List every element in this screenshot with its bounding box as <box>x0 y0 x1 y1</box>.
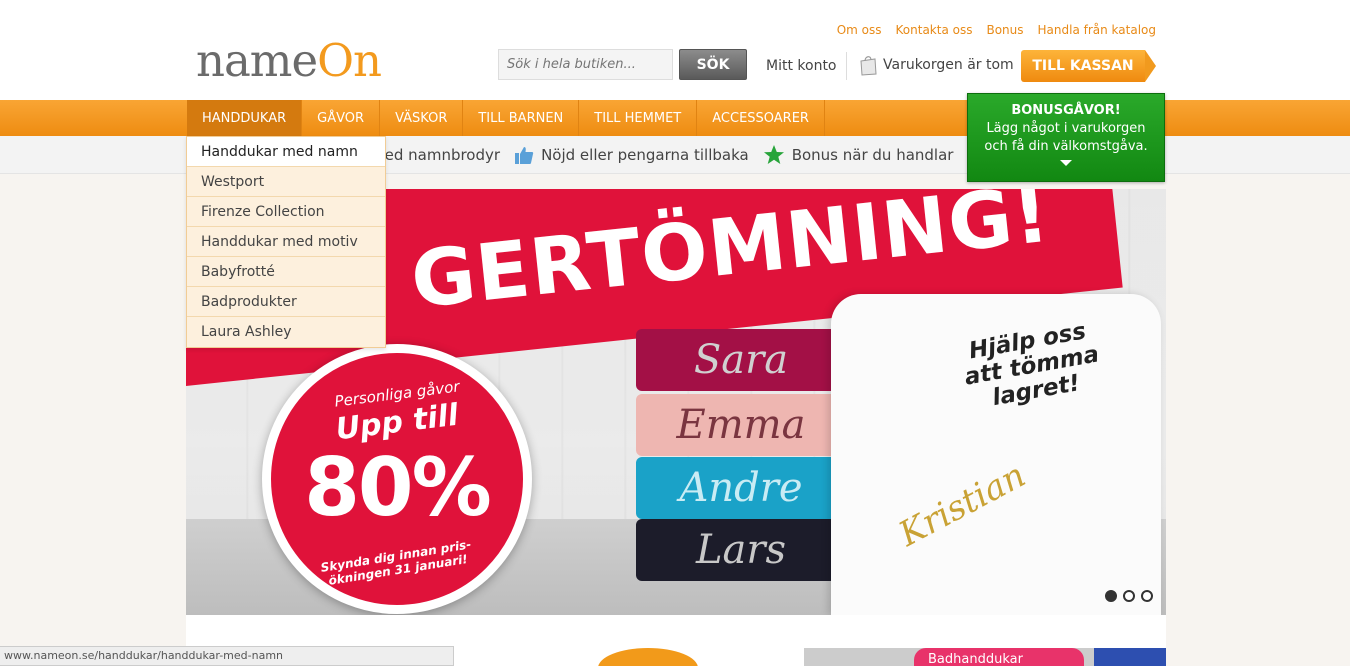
star-icon <box>763 145 784 164</box>
usp-bonus: Bonus när du handlar <box>763 144 954 166</box>
dropdown-item-westport[interactable]: Westport <box>187 167 385 197</box>
towel-emma: Emma <box>636 394 846 456</box>
header-divider <box>846 52 847 80</box>
cart-link[interactable]: Varukorgen är tom <box>858 54 1014 76</box>
usp-embroidery-label: med namnbrodyr <box>370 146 501 164</box>
slider-dot-1[interactable] <box>1105 590 1117 602</box>
discount-badge: Personliga gåvor Upp till 80% Skynda dig… <box>262 344 532 614</box>
towel-andre: Andre <box>636 457 846 519</box>
my-account-link[interactable]: Mitt konto <box>766 58 837 74</box>
nav-till-barnen[interactable]: TILL BARNEN <box>463 100 580 136</box>
logo[interactable]: nameOn <box>196 34 382 87</box>
handdukar-dropdown: Handdukar med namn Westport Firenze Coll… <box>186 136 386 348</box>
nav-accessoarer[interactable]: ACCESSOARER <box>697 100 825 136</box>
usp-embroidery: med namnbrodyr <box>370 146 500 164</box>
bonus-title: BONUSGÅVOR! <box>1011 103 1121 118</box>
logo-part-on: On <box>317 34 382 87</box>
checkout-arrow-icon <box>1145 50 1156 82</box>
link-katalog[interactable]: Handla från katalog <box>1038 23 1156 37</box>
promo-tile-1-graphic <box>598 648 698 666</box>
usp-bonus-label: Bonus när du handlar <box>791 146 954 164</box>
towel-sara: Sara <box>636 329 846 391</box>
promo-tile-2-graphic <box>1094 648 1166 666</box>
search-input[interactable] <box>498 49 673 80</box>
slider-dots <box>1105 590 1153 602</box>
badge-percent: 80% <box>304 441 491 534</box>
dropdown-item-badprodukter[interactable]: Badprodukter <box>187 287 385 317</box>
shopping-bag-icon <box>860 56 877 76</box>
logo-part-name: name <box>196 34 318 87</box>
link-kontakta-oss[interactable]: Kontakta oss <box>896 23 973 37</box>
bonus-line-1: Lägg något i varukorgen <box>986 121 1146 136</box>
caret-down-icon <box>1060 160 1072 166</box>
search-button[interactable]: SÖK <box>679 49 747 80</box>
usp-guarantee: Nöjd eller pengarna tillbaka <box>514 145 749 165</box>
checkout-button[interactable]: TILL KASSAN <box>1021 50 1156 82</box>
dropdown-item-laura-ashley[interactable]: Laura Ashley <box>187 317 385 347</box>
bonus-gift-box[interactable]: BONUSGÅVOR! Lägg något i varukorgen och … <box>967 93 1165 182</box>
link-bonus[interactable]: Bonus <box>986 23 1023 37</box>
nav-till-hemmet[interactable]: TILL HEMMET <box>579 100 698 136</box>
top-links: Om oss Kontakta oss Bonus Handla från ka… <box>837 23 1156 37</box>
dropdown-item-babyfrotte[interactable]: Babyfrotté <box>187 257 385 287</box>
nav-gavor[interactable]: GÅVOR <box>302 100 381 136</box>
promo-tile-1[interactable] <box>598 648 774 666</box>
slider-dot-2[interactable] <box>1123 590 1135 602</box>
dropdown-item-firenze-collection[interactable]: Firenze Collection <box>187 197 385 227</box>
cart-label: Varukorgen är tom <box>883 57 1014 73</box>
dropdown-item-handdukar-med-namn[interactable]: Handdukar med namn <box>187 137 385 167</box>
slider-dot-3[interactable] <box>1141 590 1153 602</box>
promo-tile-2[interactable]: Badhanddukar <box>804 648 1166 666</box>
dropdown-item-handdukar-med-motiv[interactable]: Handdukar med motiv <box>187 227 385 257</box>
header: nameOn Om oss Kontakta oss Bonus Handla … <box>0 0 1350 100</box>
checkout-label: TILL KASSAN <box>1021 50 1145 82</box>
promo-tile-2-label: Badhanddukar <box>914 648 1084 666</box>
browser-status-bar: www.nameon.se/handdukar/handdukar-med-na… <box>0 646 454 666</box>
towel-lars: Lars <box>636 519 846 581</box>
nav-handdukar[interactable]: HANDDUKAR <box>187 100 303 136</box>
bonus-line-2: och få din välkomstgåva. <box>984 139 1148 154</box>
nav-vaskor[interactable]: VÄSKOR <box>380 100 464 136</box>
usp-guarantee-label: Nöjd eller pengarna tillbaka <box>541 146 749 164</box>
link-om-oss[interactable]: Om oss <box>837 23 882 37</box>
thumbs-up-icon <box>515 147 534 164</box>
